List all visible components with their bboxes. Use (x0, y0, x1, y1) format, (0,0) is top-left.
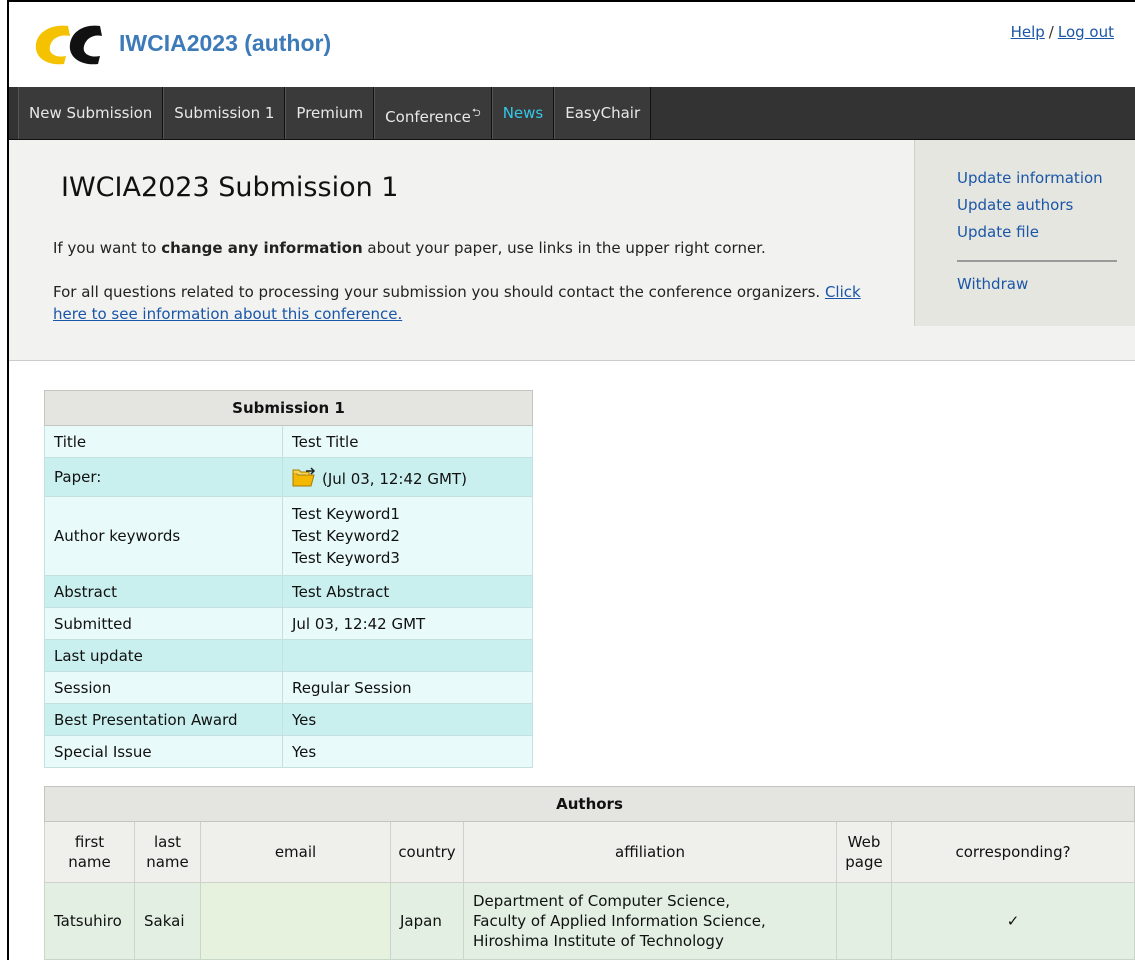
col-label: name (146, 853, 189, 871)
withdraw-link[interactable]: Withdraw (957, 275, 1028, 293)
col-web-page: Web page (836, 821, 892, 883)
logout-link[interactable]: Log out (1058, 23, 1114, 41)
para-text: If you want to (53, 239, 162, 257)
submission-table-caption: Submission 1 (44, 390, 533, 426)
paper-label: Paper: (44, 457, 283, 497)
window-top-border (7, 0, 1135, 2)
col-label: Web (847, 833, 881, 851)
paper-value-cell: (Jul 03, 12:42 GMT) (282, 457, 533, 497)
col-country: country (390, 821, 464, 883)
menu-item-easychair[interactable]: EasyChair (554, 87, 652, 139)
table-row: Paper: (Jul 03, 12:42 GMT) (44, 457, 533, 497)
table-row: Abstract Test Abstract (44, 575, 533, 608)
menu-item-label: News (502, 104, 544, 122)
authors-table-caption: Authors (44, 786, 1135, 822)
menu-item-label: Conference (385, 108, 471, 126)
col-last-name: last name (134, 821, 201, 883)
col-corresponding: corresponding? (891, 821, 1135, 883)
menu-item-premium[interactable]: Premium (285, 87, 375, 139)
corresponding-check-icon: ✓ (891, 882, 1135, 960)
table-row: Author keywords Test Keyword1 Test Keywo… (44, 496, 533, 576)
special-issue-value: Yes (282, 735, 533, 768)
actions-panel: Update information Update authors Update… (914, 140, 1135, 326)
menu-item-submission-1[interactable]: Submission 1 (163, 87, 286, 139)
session-label: Session (44, 671, 283, 704)
author-first-name: Tatsuhiro (44, 882, 135, 960)
authors-header-row: first name last name email country affilia… (44, 821, 1135, 883)
change-info-paragraph: If you want to change any information ab… (53, 239, 766, 257)
easychair-logo-icon[interactable] (30, 22, 102, 68)
menu-item-label: Premium (296, 104, 364, 122)
para-bold-text: change any information (161, 239, 363, 257)
last-update-label: Last update (44, 639, 283, 672)
table-row: Last update (44, 639, 533, 672)
para-text: about your paper, use links in the upper… (362, 239, 766, 257)
page-title: IWCIA2023 Submission 1 (61, 172, 399, 203)
menu-item-new-submission[interactable]: New Submission (18, 87, 164, 139)
keywords-label: Author keywords (44, 496, 283, 576)
main-menu-bar: New Submission Submission 1 Premium Conf… (9, 87, 1135, 140)
top-links: Help / Log out (1011, 23, 1114, 41)
keyword: Test Keyword3 (292, 549, 400, 567)
author-web-page (836, 882, 892, 960)
award-label: Best Presentation Award (44, 703, 283, 736)
para-text: For all questions related to processing … (53, 283, 825, 301)
col-label: last (153, 833, 182, 851)
menu-item-label: EasyChair (565, 104, 641, 122)
keyword: Test Keyword1 (292, 505, 400, 523)
affiliation-line: Hiroshima Institute of Technology (473, 932, 724, 950)
menu-items: New Submission Submission 1 Premium Conf… (18, 87, 652, 139)
menu-item-news[interactable]: News (491, 87, 555, 139)
app-title: IWCIA2023 (author) (119, 30, 332, 56)
col-label: page (845, 853, 883, 871)
menu-item-conference[interactable]: Conference⮌ (374, 87, 492, 139)
affiliation-line: Department of Computer Science, (473, 892, 731, 910)
table-row: Best Presentation Award Yes (44, 703, 533, 736)
special-issue-label: Special Issue (44, 735, 283, 768)
author-email (200, 882, 391, 960)
col-first-name: first name (44, 821, 135, 883)
title-label: Title (44, 425, 283, 458)
authors-table: Authors first name last name email country… (44, 786, 1135, 960)
title-value: Test Title (282, 425, 533, 458)
menu-item-label: New Submission (29, 104, 153, 122)
table-row: Session Regular Session (44, 671, 533, 704)
paper-date: (Jul 03, 12:42 GMT) (322, 469, 467, 488)
folder-download-icon[interactable] (292, 466, 316, 487)
submission-table: Submission 1 Title Test Title Paper: (Ju… (44, 390, 533, 768)
submitted-label: Submitted (44, 607, 283, 640)
keyword: Test Keyword2 (292, 527, 400, 545)
affiliation-line: Faculty of Applied Information Science, (473, 912, 766, 930)
keywords-value: Test Keyword1 Test Keyword2 Test Keyword… (282, 496, 533, 576)
session-value: Regular Session (282, 671, 533, 704)
table-row: Tatsuhiro Sakai Japan Department of Comp… (44, 882, 1135, 960)
col-label: name (68, 853, 111, 871)
panel-divider (957, 260, 1117, 262)
author-last-name: Sakai (134, 882, 201, 960)
table-row: Special Issue Yes (44, 735, 533, 768)
external-return-icon: ⮌ (471, 106, 481, 119)
link-separator: / (1048, 23, 1054, 41)
contact-paragraph: For all questions related to processing … (53, 281, 893, 325)
award-value: Yes (282, 703, 533, 736)
update-information-link[interactable]: Update information (957, 169, 1103, 187)
submitted-value: Jul 03, 12:42 GMT (282, 607, 533, 640)
abstract-label: Abstract (44, 575, 283, 608)
abstract-value: Test Abstract (282, 575, 533, 608)
help-link[interactable]: Help (1011, 23, 1045, 41)
col-affiliation: affiliation (463, 821, 837, 883)
author-affiliation: Department of Computer Science, Faculty … (463, 882, 837, 960)
menu-item-label: Submission 1 (174, 104, 275, 122)
update-authors-link[interactable]: Update authors (957, 196, 1073, 214)
update-file-link[interactable]: Update file (957, 223, 1039, 241)
author-country: Japan (390, 882, 464, 960)
last-update-value (282, 639, 533, 672)
table-row: Submitted Jul 03, 12:42 GMT (44, 607, 533, 640)
table-row: Title Test Title (44, 425, 533, 458)
col-label: first (74, 833, 105, 851)
col-email: email (200, 821, 391, 883)
